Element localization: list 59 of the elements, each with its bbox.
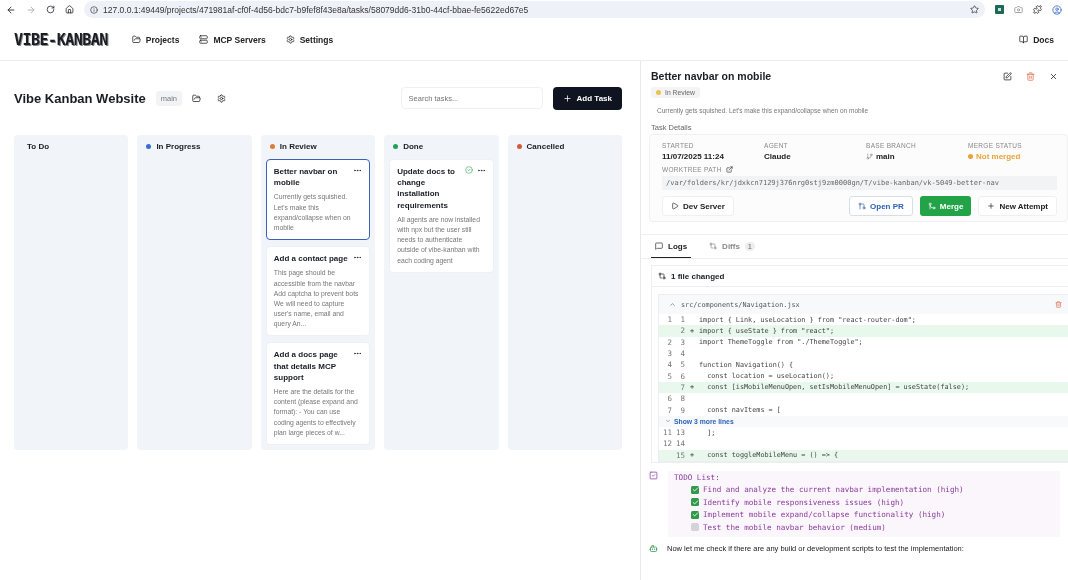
action-button[interactable]: New Attempt: [978, 196, 1057, 216]
folder-icon[interactable]: [192, 93, 201, 103]
settings-icon[interactable]: [217, 93, 226, 103]
column-title: In Review: [279, 141, 317, 151]
docs-link[interactable]: Docs: [1019, 34, 1054, 45]
nav-link[interactable]: Projects: [131, 34, 180, 45]
field-value: Claude: [764, 152, 791, 161]
column-title: To Do: [26, 141, 50, 151]
server-icon: [199, 35, 209, 44]
column-title: In Progress: [156, 141, 201, 151]
nav-link[interactable]: Settings: [285, 34, 334, 45]
add-task-button[interactable]: Add Task: [552, 86, 622, 110]
column-title: Done: [403, 141, 424, 151]
book-icon: [1019, 35, 1029, 44]
logo: VIBE-KANBAN: [14, 30, 108, 49]
home-icon[interactable]: [65, 5, 74, 14]
diff-summary: 1 file changed: [671, 271, 725, 281]
chevron-down-icon: [665, 418, 671, 425]
field-value: Not merged: [976, 152, 1021, 161]
tab[interactable]: Logs: [651, 235, 692, 258]
more-icon[interactable]: [353, 166, 363, 175]
field-value: 11/07/2025 11:24: [662, 152, 724, 161]
reload-icon[interactable]: [46, 5, 55, 14]
action-button[interactable]: Dev Server: [662, 196, 734, 216]
branch-icon: [866, 153, 873, 160]
task-title: Add a docs page that details MCP support: [273, 349, 339, 383]
plus-icon: [562, 93, 572, 103]
info-icon: [90, 5, 98, 14]
task-title: Add a contact page: [273, 253, 349, 265]
task-title: Better navbar on mobile: [651, 70, 773, 82]
extension-icon[interactable]: [995, 5, 1004, 14]
more-icon[interactable]: [476, 166, 486, 175]
column-title: Cancelled: [526, 141, 565, 151]
diff-icon: [709, 242, 718, 250]
action-button[interactable]: Open PR: [849, 196, 913, 216]
edit-icon[interactable]: [1003, 71, 1012, 81]
bookmark-icon[interactable]: [970, 5, 979, 14]
external-link-icon[interactable]: [725, 166, 733, 173]
gear-icon: [285, 35, 295, 44]
task-title: Update docs to change installation requirements: [397, 166, 456, 211]
message-icon: [655, 242, 663, 250]
task-title: Better navbar on mobile: [273, 166, 339, 189]
folder-icon: [131, 35, 141, 44]
field-value: main: [876, 152, 895, 161]
bot-icon: [649, 543, 658, 553]
merge-icon: [927, 202, 936, 210]
nav-link[interactable]: MCP Servers: [199, 34, 266, 45]
diff-icon: [658, 272, 666, 280]
extensions-icon[interactable]: [1033, 5, 1042, 14]
url-text: 127.0.0.1:49449/projects/471981af-cf0f-4d56-bdc7-b9fef8f43e8a/tasks/58079dd6-31b0-44cf-bbae-fe5622ed67e5: [103, 4, 529, 15]
plus-icon: [987, 202, 996, 210]
profile-icon[interactable]: [1052, 4, 1062, 15]
back-icon[interactable]: [6, 4, 16, 15]
pull-request-icon: [858, 202, 867, 210]
project-title: Vibe Kanban Website: [14, 90, 146, 106]
address-bar[interactable]: 127.0.0.1:49449/projects/471981af-cf0f-4d56-bdc7-b9fef8f43e8a/tasks/58079dd6-31b0-44cf-bbae-fe5622ed67e5: [84, 1, 985, 18]
close-icon[interactable]: [1049, 71, 1058, 81]
play-icon: [671, 202, 679, 210]
todo-icon: [649, 470, 658, 480]
